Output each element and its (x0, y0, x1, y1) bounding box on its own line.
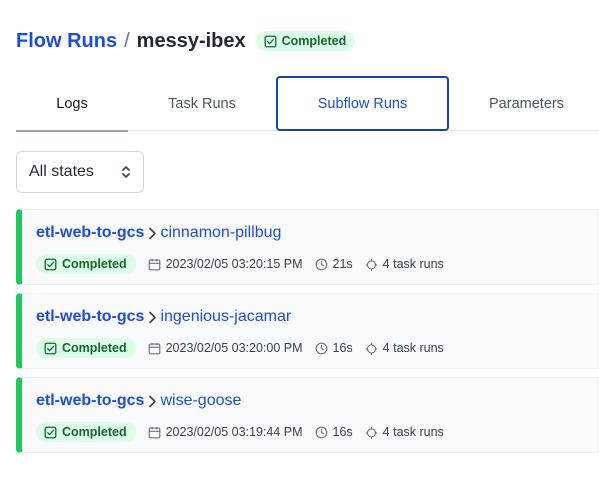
tab-task-runs[interactable]: Task Runs (128, 76, 276, 131)
run-timestamp: 2023/02/05 03:19:44 PM (148, 425, 303, 439)
run-title: etl-web-to-gcs wise-goose (36, 392, 241, 410)
run-name-link[interactable]: wise-goose (160, 392, 241, 410)
run-task-count-text: 4 task runs (382, 425, 444, 439)
run-meta: Completed 2023/02/05 03:20:15 PM 21s 4 t… (36, 254, 444, 274)
chevron-up-down-icon (122, 166, 130, 178)
run-task-count: 4 task runs (365, 341, 444, 355)
check-square-icon (44, 426, 57, 438)
status-badge: Completed (255, 31, 356, 51)
subflow-run-card[interactable]: etl-web-to-gcs ingenious-jacamar Complet… (16, 293, 599, 369)
task-run-icon (365, 342, 377, 355)
run-task-count-text: 4 task runs (382, 257, 444, 271)
calendar-icon (148, 426, 160, 438)
breadcrumb-separator: / (124, 29, 130, 52)
status-badge-label: Completed (281, 34, 347, 48)
run-duration-text: 21s (332, 257, 353, 271)
tab-parameters[interactable]: Parameters (449, 76, 599, 131)
run-status-badge: Completed (36, 254, 136, 274)
run-timestamp: 2023/02/05 03:20:15 PM (148, 257, 303, 271)
breadcrumb: Flow Runs / messy-ibex Completed (16, 26, 356, 56)
run-title: etl-web-to-gcs ingenious-jacamar (36, 308, 291, 326)
calendar-icon (148, 342, 160, 354)
run-duration: 16s (315, 341, 353, 355)
task-run-icon (365, 258, 377, 271)
run-duration-text: 16s (332, 341, 353, 355)
run-meta: Completed 2023/02/05 03:19:44 PM 16s 4 t… (36, 422, 444, 442)
chevron-right-icon (148, 395, 157, 408)
subflow-run-list: etl-web-to-gcs cinnamon-pillbug Complete… (16, 209, 599, 461)
tab-bar: Logs Task Runs Subflow Runs Parameters (16, 76, 599, 132)
run-task-count: 4 task runs (365, 425, 444, 439)
tab-logs[interactable]: Logs (16, 76, 128, 132)
breadcrumb-flow-runs-link[interactable]: Flow Runs (16, 30, 117, 53)
run-flow-link[interactable]: etl-web-to-gcs (36, 392, 144, 410)
chevron-right-icon (148, 227, 157, 240)
check-square-icon (264, 35, 277, 47)
run-duration: 16s (315, 425, 353, 439)
run-name-link[interactable]: cinnamon-pillbug (160, 224, 281, 242)
run-duration-text: 16s (332, 425, 353, 439)
run-status-badge: Completed (36, 338, 136, 358)
clock-icon (315, 426, 327, 438)
run-flow-link[interactable]: etl-web-to-gcs (36, 308, 144, 326)
run-status-label: Completed (62, 425, 127, 439)
run-status-label: Completed (62, 257, 127, 271)
run-timestamp-text: 2023/02/05 03:20:15 PM (165, 257, 303, 271)
run-task-count-text: 4 task runs (382, 341, 444, 355)
run-title: etl-web-to-gcs cinnamon-pillbug (36, 224, 281, 242)
state-filter-value: All states (29, 163, 94, 180)
run-meta: Completed 2023/02/05 03:20:00 PM 16s 4 t… (36, 338, 444, 358)
run-task-count: 4 task runs (365, 257, 444, 271)
state-filter-select[interactable]: All states (16, 151, 144, 193)
clock-icon (315, 342, 327, 354)
run-name-link[interactable]: ingenious-jacamar (160, 308, 291, 326)
subflow-run-card[interactable]: etl-web-to-gcs wise-goose Completed 2023… (16, 377, 599, 453)
run-timestamp-text: 2023/02/05 03:19:44 PM (165, 425, 303, 439)
chevron-right-icon (148, 311, 157, 324)
calendar-icon (148, 258, 160, 270)
run-flow-link[interactable]: etl-web-to-gcs (36, 224, 144, 242)
page-title: messy-ibex (136, 29, 246, 52)
run-status-label: Completed (62, 341, 127, 355)
run-status-badge: Completed (36, 422, 136, 442)
run-timestamp: 2023/02/05 03:20:00 PM (148, 341, 303, 355)
subflow-run-card[interactable]: etl-web-to-gcs cinnamon-pillbug Complete… (16, 209, 599, 285)
check-square-icon (44, 258, 57, 270)
task-run-icon (365, 426, 377, 439)
run-timestamp-text: 2023/02/05 03:20:00 PM (165, 341, 303, 355)
check-square-icon (44, 342, 57, 354)
run-duration: 21s (315, 257, 353, 271)
clock-icon (315, 258, 327, 270)
tab-subflow-runs[interactable]: Subflow Runs (276, 76, 449, 131)
